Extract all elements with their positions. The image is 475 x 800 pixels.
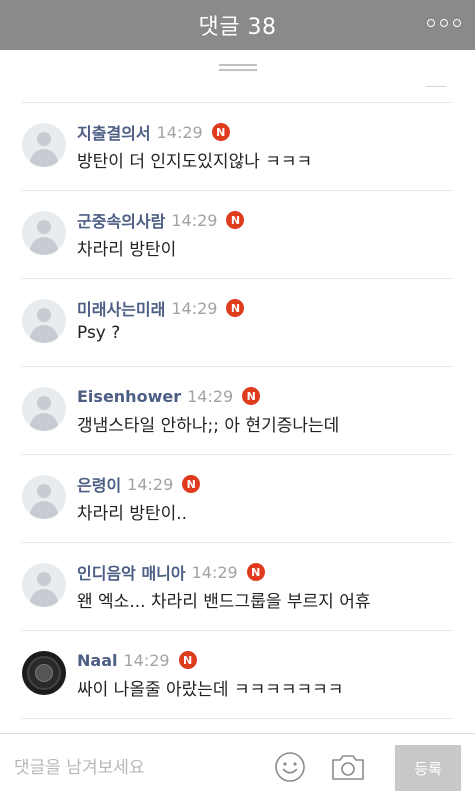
new-badge-icon: N: [211, 123, 230, 141]
comment-time: 14:29: [187, 386, 234, 406]
comment-time: 14:29: [171, 210, 218, 230]
comment-item: Naal 14:29 N 싸이 나올줄 아랐는데 ㅋㅋㅋㅋㅋㅋㅋ: [22, 631, 453, 719]
comment-time: 14:29: [123, 650, 170, 670]
comment-time: 14:29: [156, 122, 203, 142]
new-badge-icon: N: [178, 651, 197, 669]
comment-nickname[interactable]: Eisenhower: [77, 387, 181, 406]
new-badge-icon: N: [226, 299, 245, 317]
default-avatar-icon[interactable]: [22, 563, 66, 607]
comment-text: 차라리 방탄이..: [77, 504, 188, 524]
comment-nickname[interactable]: 군중속의사람: [77, 208, 165, 232]
comment-text: 싸이 나올줄 아랐는데 ㅋㅋㅋㅋㅋㅋㅋ: [77, 680, 344, 700]
new-badge-icon: N: [246, 563, 265, 581]
comment-text: 갱냄스타일 안하나;; 아 현기증나는데: [77, 416, 340, 436]
default-avatar-icon[interactable]: [22, 299, 66, 343]
new-badge-icon: N: [242, 387, 261, 405]
comment-item: 군중속의사람 14:29 N 차라리 방탄이: [22, 191, 453, 279]
comment-composer: 등록: [0, 733, 475, 800]
new-badge-icon: N: [226, 211, 245, 229]
comment-time: 14:29: [191, 562, 238, 582]
drag-handle[interactable]: [219, 64, 257, 72]
default-avatar-icon[interactable]: [22, 211, 66, 255]
comment-nickname[interactable]: 지출결의서: [77, 120, 151, 144]
comment-text: 차라리 방탄이: [77, 240, 177, 260]
comment-nickname[interactable]: 미래사는미래: [77, 296, 165, 320]
submit-button[interactable]: 등록: [395, 745, 461, 791]
comment-time: 14:29: [127, 474, 174, 494]
new-badge-icon: N: [182, 475, 201, 493]
page-title: 댓글 38: [198, 15, 277, 40]
camera-icon[interactable]: [331, 752, 365, 782]
default-avatar-icon[interactable]: [22, 475, 66, 519]
comment-item: 미래사는미래 14:29 N Psy ?: [22, 279, 453, 367]
comment-item: 지출결의서 14:29 N 방탄이 더 인지도있지않나 ㅋㅋㅋ: [22, 103, 453, 191]
divider: [426, 86, 446, 87]
comment-text: Psy ?: [77, 323, 121, 343]
comment-text: 방탄이 더 인지도있지않나 ㅋㅋㅋ: [77, 152, 313, 172]
comment-nickname[interactable]: 은령이: [77, 472, 121, 496]
comment-input[interactable]: [14, 754, 254, 782]
default-avatar-icon[interactable]: [22, 123, 66, 167]
smiley-icon[interactable]: [274, 751, 306, 783]
comment-nickname[interactable]: Naal: [77, 651, 117, 670]
comment-nickname[interactable]: 인디음악 매니아: [77, 560, 186, 584]
profile-photo[interactable]: [22, 651, 66, 695]
comment-item: 인디음악 매니아 14:29 N 왠 엑소... 차라리 밴드그룹을 부르지 어…: [22, 543, 453, 631]
default-avatar-icon[interactable]: [22, 387, 66, 431]
comment-list[interactable]: 지출결의서 14:29 N 방탄이 더 인지도있지않나 ㅋㅋㅋ 군중속의사람 1…: [0, 103, 475, 719]
comment-item: 은령이 14:29 N 차라리 방탄이..: [22, 455, 453, 543]
comments-header: 댓글 38: [0, 0, 475, 50]
comment-time: 14:29: [171, 298, 218, 318]
comment-item: Eisenhower 14:29 N 갱냄스타일 안하나;; 아 현기증나는데: [22, 367, 453, 455]
more-dots-icon[interactable]: [427, 12, 461, 34]
comment-text: 왠 엑소... 차라리 밴드그룹을 부르지 어휴: [77, 592, 371, 612]
